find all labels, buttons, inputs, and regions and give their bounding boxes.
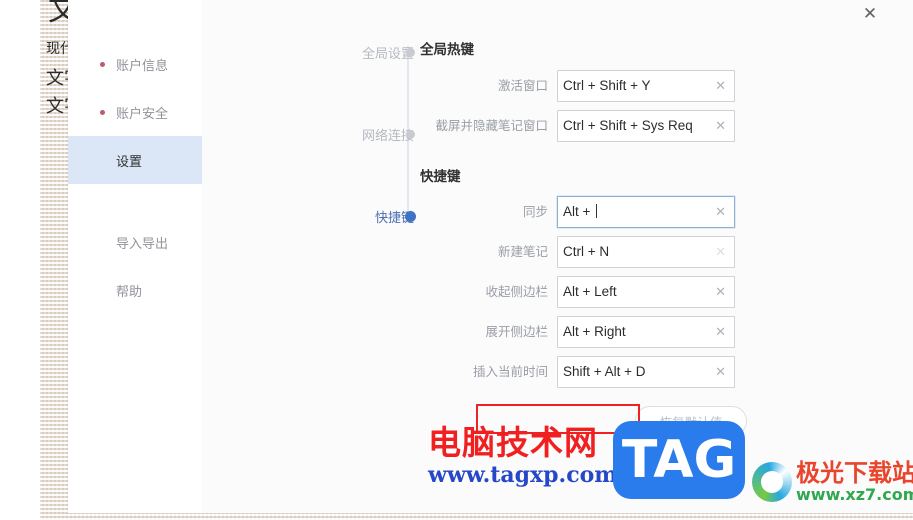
- row-insert-current-time: 插入当前时间 Shift + Alt + D ✕: [420, 356, 890, 388]
- section-title-global-hotkeys: 全局热键: [420, 42, 474, 58]
- row-label: 插入当前时间: [472, 364, 548, 379]
- shortcut-input-sync[interactable]: Alt + ✕: [557, 196, 735, 228]
- sidebar-item-account-info[interactable]: 账户信息: [68, 40, 202, 88]
- step-network-connection[interactable]: 网络连接: [294, 122, 436, 146]
- sidebar-item-account-security[interactable]: 账户安全: [68, 88, 202, 136]
- row-label: 展开侧边栏: [485, 324, 548, 339]
- sidebar-item-label: 设置: [116, 154, 143, 170]
- shortcut-input-expand-sidebar[interactable]: Alt + Right ✕: [557, 316, 735, 348]
- sidebar-item-label: 帮助: [116, 284, 143, 300]
- shortcut-value: Ctrl + Shift + Sys Req: [563, 118, 693, 133]
- shortcut-value: Alt + Right: [563, 324, 626, 339]
- row-label: 同步: [522, 204, 548, 219]
- row-sync: 同步 Alt + ✕: [420, 196, 890, 228]
- section-title-shortcuts: 快捷键: [420, 169, 461, 185]
- shortcut-input-insert-current-time[interactable]: Shift + Alt + D ✕: [557, 356, 735, 388]
- step-dot-icon: [406, 47, 415, 57]
- row-label: 截屏并隐藏笔记窗口: [435, 118, 548, 133]
- step-global-settings[interactable]: 全局设置: [294, 40, 436, 64]
- sidebar-item-settings[interactable]: 设置: [68, 136, 202, 184]
- row-activate-window: 激活窗口 Ctrl + Shift + Y ✕: [420, 70, 890, 102]
- screen-root: 文 现代 文字 文字 ✕ 账户信息 账户安全 设置 导入导出 帮助 全局设置 网…: [0, 0, 913, 520]
- row-expand-sidebar: 展开侧边栏 Alt + Right ✕: [420, 316, 890, 348]
- settings-steps-nav: 全局设置 网络连接 快捷键: [294, 34, 436, 234]
- shortcut-value: Alt +: [563, 204, 595, 219]
- shortcut-value-wrapper: Alt +: [563, 197, 598, 227]
- clear-icon[interactable]: ✕: [715, 111, 726, 141]
- clear-icon[interactable]: ✕: [715, 357, 726, 387]
- clear-icon[interactable]: ✕: [715, 277, 726, 307]
- shortcut-value: Ctrl + N: [563, 244, 610, 259]
- row-label: 激活窗口: [497, 78, 548, 93]
- bullet-icon: [100, 61, 105, 67]
- row-collapse-sidebar: 收起侧边栏 Alt + Left ✕: [420, 276, 890, 308]
- sidebar-item-import-export[interactable]: 导入导出: [68, 218, 202, 266]
- shortcut-input-new-note[interactable]: Ctrl + N ✕: [557, 236, 735, 268]
- clear-icon[interactable]: ✕: [715, 237, 726, 267]
- background-white-strip: [0, 0, 40, 520]
- shortcut-input-collapse-sidebar[interactable]: Alt + Left ✕: [557, 276, 735, 308]
- row-label: 新建笔记: [497, 244, 548, 259]
- row-screenshot-hide-window: 截屏并隐藏笔记窗口 Ctrl + Shift + Sys Req ✕: [420, 110, 890, 142]
- clear-icon[interactable]: ✕: [715, 71, 726, 101]
- clear-icon[interactable]: ✕: [715, 197, 726, 227]
- step-dot-icon: [406, 129, 415, 139]
- shortcut-value: Ctrl + Shift + Y: [563, 78, 651, 93]
- shortcut-input-screenshot-hide-window[interactable]: Ctrl + Shift + Sys Req ✕: [557, 110, 735, 142]
- restore-defaults-button[interactable]: 恢复默认值: [635, 406, 747, 436]
- clear-icon[interactable]: ✕: [715, 317, 726, 347]
- row-label: 收起侧边栏: [485, 284, 548, 299]
- text-caret: [596, 204, 598, 218]
- sidebar-item-label: 账户安全: [116, 106, 169, 122]
- settings-panel: 全局设置 网络连接 快捷键 全局热键 激活窗口 Ctrl + Shift + Y…: [202, 0, 913, 513]
- bullet-icon: [100, 109, 105, 115]
- account-sidebar: 账户信息 账户安全 设置 导入导出 帮助: [68, 0, 202, 513]
- step-shortcuts[interactable]: 快捷键: [294, 204, 436, 228]
- shortcut-input-activate-window[interactable]: Ctrl + Shift + Y ✕: [557, 70, 735, 102]
- shortcuts-form: 全局热键 激活窗口 Ctrl + Shift + Y ✕ 截屏并隐藏笔记窗口 C…: [420, 0, 890, 513]
- close-icon[interactable]: ✕: [857, 0, 883, 26]
- sidebar-item-label: 账户信息: [116, 58, 169, 74]
- shortcut-value: Alt + Left: [563, 284, 617, 299]
- settings-dialog: ✕ 账户信息 账户安全 设置 导入导出 帮助 全局设置 网络连接 快捷键 全局热…: [68, 0, 913, 513]
- sidebar-item-label: 导入导出: [116, 236, 169, 252]
- row-new-note: 新建笔记 Ctrl + N ✕: [420, 236, 890, 268]
- shortcut-value: Shift + Alt + D: [563, 364, 646, 379]
- sidebar-item-help[interactable]: 帮助: [68, 266, 202, 314]
- step-dot-icon: [405, 210, 416, 222]
